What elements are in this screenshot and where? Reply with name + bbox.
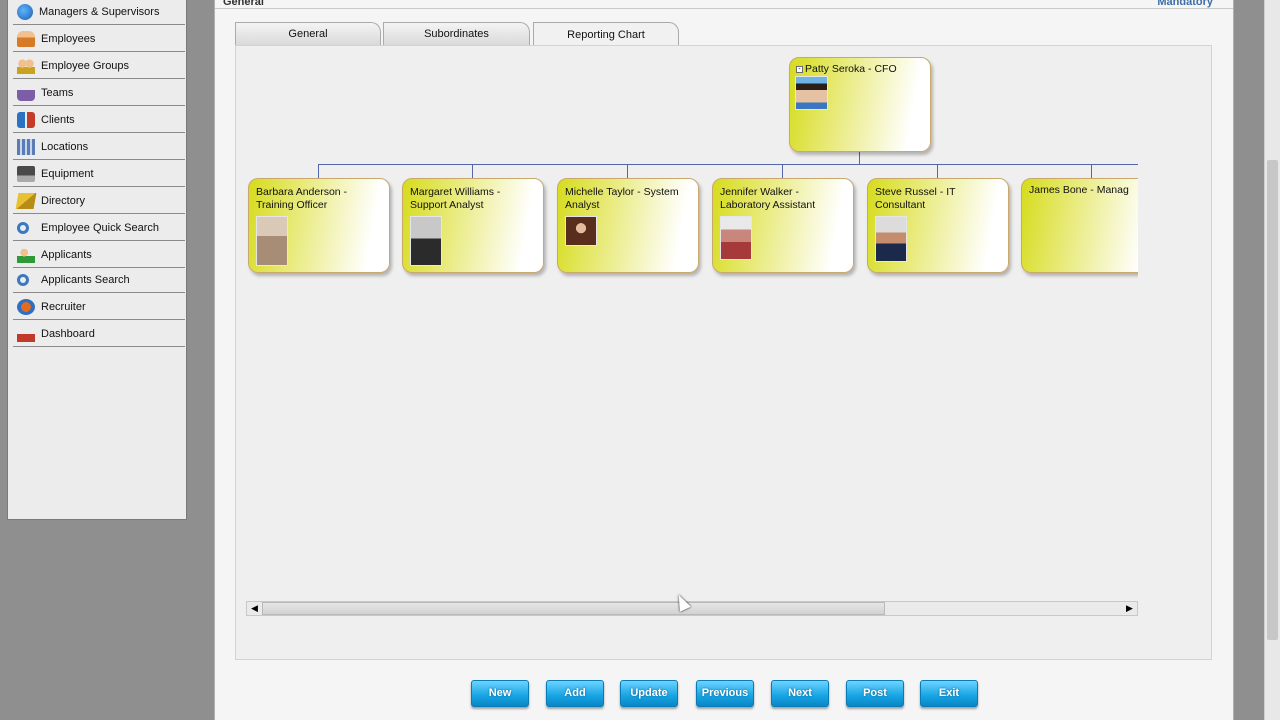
collapse-toggle[interactable]: - — [796, 66, 803, 73]
sidebar-item-label: Managers & Supervisors — [39, 5, 160, 18]
add-button[interactable]: Add — [546, 680, 604, 707]
equipment-icon — [17, 165, 35, 182]
sidebar-item-label: Employee Quick Search — [41, 221, 159, 234]
sidebar-item-label: Employee Groups — [41, 59, 130, 72]
sidebar-item-label: Teams — [41, 86, 74, 99]
sidebar-item-label: Employees — [41, 32, 96, 45]
building-icon — [17, 138, 35, 155]
sidebar-item-recruiter[interactable]: Recruiter — [13, 294, 185, 320]
sidebar-item-dashboard[interactable]: Dashboard — [13, 321, 185, 347]
person-icon — [17, 30, 35, 47]
org-node[interactable]: James Bone - Manag — [1021, 178, 1138, 273]
node-title: Jennifer Walker - Laboratory Assistant — [720, 186, 816, 211]
globe-icon — [17, 3, 33, 20]
recruiter-icon — [17, 298, 35, 315]
node-title: James Bone - Manag — [1029, 184, 1129, 196]
sidebar-item-label: Recruiter — [41, 300, 86, 313]
org-chart: - Patty Seroka - CFO Barbara Anderson - … — [246, 54, 1138, 286]
sidebar-item-label: Equipment — [41, 167, 94, 180]
post-button[interactable]: Post — [846, 680, 904, 707]
org-node[interactable]: Margaret Williams - Support Analyst — [402, 178, 544, 273]
vertical-scrollbar[interactable] — [1264, 0, 1280, 720]
sidebar-item-applicants[interactable]: Applicants — [13, 242, 185, 268]
divider — [215, 8, 1233, 9]
sidebar-item-locations[interactable]: Locations — [13, 134, 185, 160]
connector-line — [859, 151, 860, 165]
employee-photo — [565, 216, 597, 246]
node-title: Michelle Taylor - System Analyst — [565, 186, 679, 211]
org-node[interactable]: Steve Russel - IT Consultant — [867, 178, 1009, 273]
sidebar-item-label: Directory — [41, 194, 86, 207]
node-title: Steve Russel - IT Consultant — [875, 186, 956, 211]
reporting-chart-panel: - Patty Seroka - CFO Barbara Anderson - … — [235, 45, 1212, 660]
sidebar-item-label: Clients — [41, 113, 75, 126]
section-title: General — [223, 0, 264, 8]
connector-line — [1091, 164, 1092, 178]
tab-reporting-chart[interactable]: Reporting Chart — [533, 22, 679, 47]
search-icon — [17, 221, 29, 234]
sidebar-item-applicants-search[interactable]: Applicants Search — [13, 267, 185, 293]
employee-photo — [795, 76, 828, 110]
connector-line — [627, 164, 628, 178]
employee-photo — [720, 216, 752, 260]
connector-line — [318, 164, 319, 178]
scroll-right-icon[interactable]: ▶ — [1122, 602, 1137, 615]
scrollbar-thumb[interactable] — [262, 602, 885, 615]
sidebar-item-label: Applicants — [41, 248, 92, 261]
horizontal-scrollbar[interactable]: ◀ ▶ — [246, 601, 1138, 616]
tab-subordinates[interactable]: Subordinates — [383, 22, 530, 46]
org-node[interactable]: Jennifer Walker - Laboratory Assistant — [712, 178, 854, 273]
search-icon — [17, 273, 29, 286]
window-gutter — [1234, 0, 1264, 720]
new-button[interactable]: New — [471, 680, 529, 707]
org-node-root[interactable]: - Patty Seroka - CFO — [789, 57, 931, 152]
directory-icon — [15, 192, 37, 209]
sidebar-item-employee-groups[interactable]: Employee Groups — [13, 53, 185, 79]
sidebar-item-clients[interactable]: Clients — [13, 107, 185, 133]
sidebar-item-employees[interactable]: Employees — [13, 26, 185, 52]
sidebar-panel: Managers & Supervisors Employees Employe… — [7, 0, 187, 520]
sidebar-item-label: Dashboard — [41, 327, 95, 340]
next-button[interactable]: Next — [771, 680, 829, 707]
sidebar-item-directory[interactable]: Directory — [13, 188, 185, 214]
team-icon — [17, 84, 35, 101]
mandatory-link[interactable]: Mandatory — [1157, 0, 1213, 8]
clients-icon — [17, 111, 35, 128]
scroll-left-icon[interactable]: ◀ — [247, 602, 262, 615]
dashboard-icon — [17, 325, 35, 342]
update-button[interactable]: Update — [620, 680, 678, 707]
org-node[interactable]: Michelle Taylor - System Analyst — [557, 178, 699, 273]
connector-line — [782, 164, 783, 178]
connector-line — [472, 164, 473, 178]
previous-button[interactable]: Previous — [696, 680, 754, 707]
sidebar-item-equipment[interactable]: Equipment — [13, 161, 185, 187]
node-title: Patty Seroka - CFO — [805, 63, 897, 75]
sidebar-item-label: Locations — [41, 140, 89, 153]
tab-general[interactable]: General — [235, 22, 381, 46]
group-icon — [17, 57, 35, 74]
sidebar-item-teams[interactable]: Teams — [13, 80, 185, 106]
connector-line — [937, 164, 938, 178]
sidebar-item-managers-supervisors[interactable]: Managers & Supervisors — [13, 0, 185, 25]
main-content: General Mandatory General Subordinates R… — [214, 0, 1234, 720]
employee-photo — [875, 216, 907, 262]
node-title: Barbara Anderson - Training Officer — [256, 186, 348, 211]
connector-line — [318, 164, 1138, 165]
sidebar-item-employee-quick-search[interactable]: Employee Quick Search — [13, 215, 185, 241]
sidebar-item-label: Applicants Search — [41, 273, 130, 286]
sidebar: Managers & Supervisors Employees Employe… — [0, 0, 190, 720]
employee-photo — [256, 216, 288, 266]
applicants-icon — [17, 246, 35, 263]
exit-button[interactable]: Exit — [920, 680, 978, 707]
node-title: Margaret Williams - Support Analyst — [410, 186, 501, 211]
org-node[interactable]: Barbara Anderson - Training Officer — [248, 178, 390, 273]
employee-photo — [410, 216, 442, 266]
scrollbar-thumb[interactable] — [1267, 160, 1278, 640]
